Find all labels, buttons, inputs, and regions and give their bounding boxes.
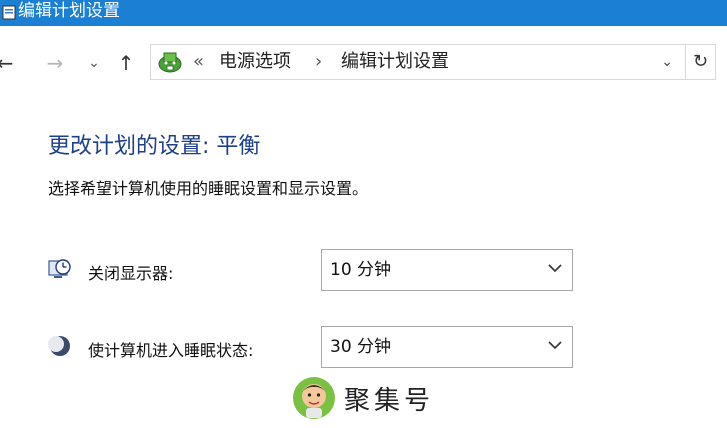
cartoon-avatar-icon bbox=[293, 377, 335, 419]
turn-off-display-value: 10 分钟 bbox=[330, 260, 392, 280]
up-button[interactable]: ↑ bbox=[114, 50, 138, 76]
display-clock-icon bbox=[48, 259, 71, 278]
watermark: 聚集号 bbox=[290, 376, 440, 424]
back-button[interactable]: ← bbox=[0, 50, 16, 76]
sleep-select[interactable]: 30 分钟 bbox=[321, 326, 573, 368]
forward-button[interactable]: → bbox=[44, 50, 66, 76]
chevron-down-icon bbox=[548, 264, 562, 273]
chevron-down-icon bbox=[548, 341, 562, 350]
navigation-bar: ← → ⌄ ↑ « 电源选项 › 编辑计划设置 ⌄ ↻ bbox=[0, 36, 727, 90]
page-description: 选择希望计算机使用的睡眠设置和显示设置。 bbox=[48, 179, 369, 198]
turn-off-display-select[interactable]: 10 分钟 bbox=[321, 249, 573, 291]
breadcrumb-power-options[interactable]: 电源选项 bbox=[219, 45, 291, 79]
window-title: 编辑计划设置 bbox=[18, 1, 120, 21]
breadcrumb-separator-icon[interactable]: › bbox=[315, 45, 322, 79]
turn-off-display-label: 关闭显示器: bbox=[88, 264, 174, 283]
refresh-button[interactable]: ↻ bbox=[686, 44, 716, 80]
sleep-value: 30 分钟 bbox=[330, 337, 392, 357]
breadcrumb-edit-plan-settings[interactable]: 编辑计划设置 bbox=[341, 45, 449, 79]
watermark-text: 聚集号 bbox=[344, 386, 435, 416]
power-options-icon bbox=[158, 52, 182, 73]
address-overflow-chevron[interactable]: « bbox=[193, 45, 204, 79]
sleep-label: 使计算机进入睡眠状态: bbox=[88, 341, 254, 360]
address-bar[interactable]: « 电源选项 › 编辑计划设置 ⌄ bbox=[150, 44, 686, 80]
sleep-moon-icon bbox=[48, 336, 70, 356]
title-bar: 编辑计划设置 bbox=[0, 0, 727, 26]
recent-locations-button[interactable]: ⌄ bbox=[84, 50, 104, 76]
page-title: 更改计划的设置: 平衡 bbox=[48, 134, 261, 159]
window-app-icon bbox=[2, 5, 16, 20]
address-dropdown-button[interactable]: ⌄ bbox=[661, 45, 673, 79]
